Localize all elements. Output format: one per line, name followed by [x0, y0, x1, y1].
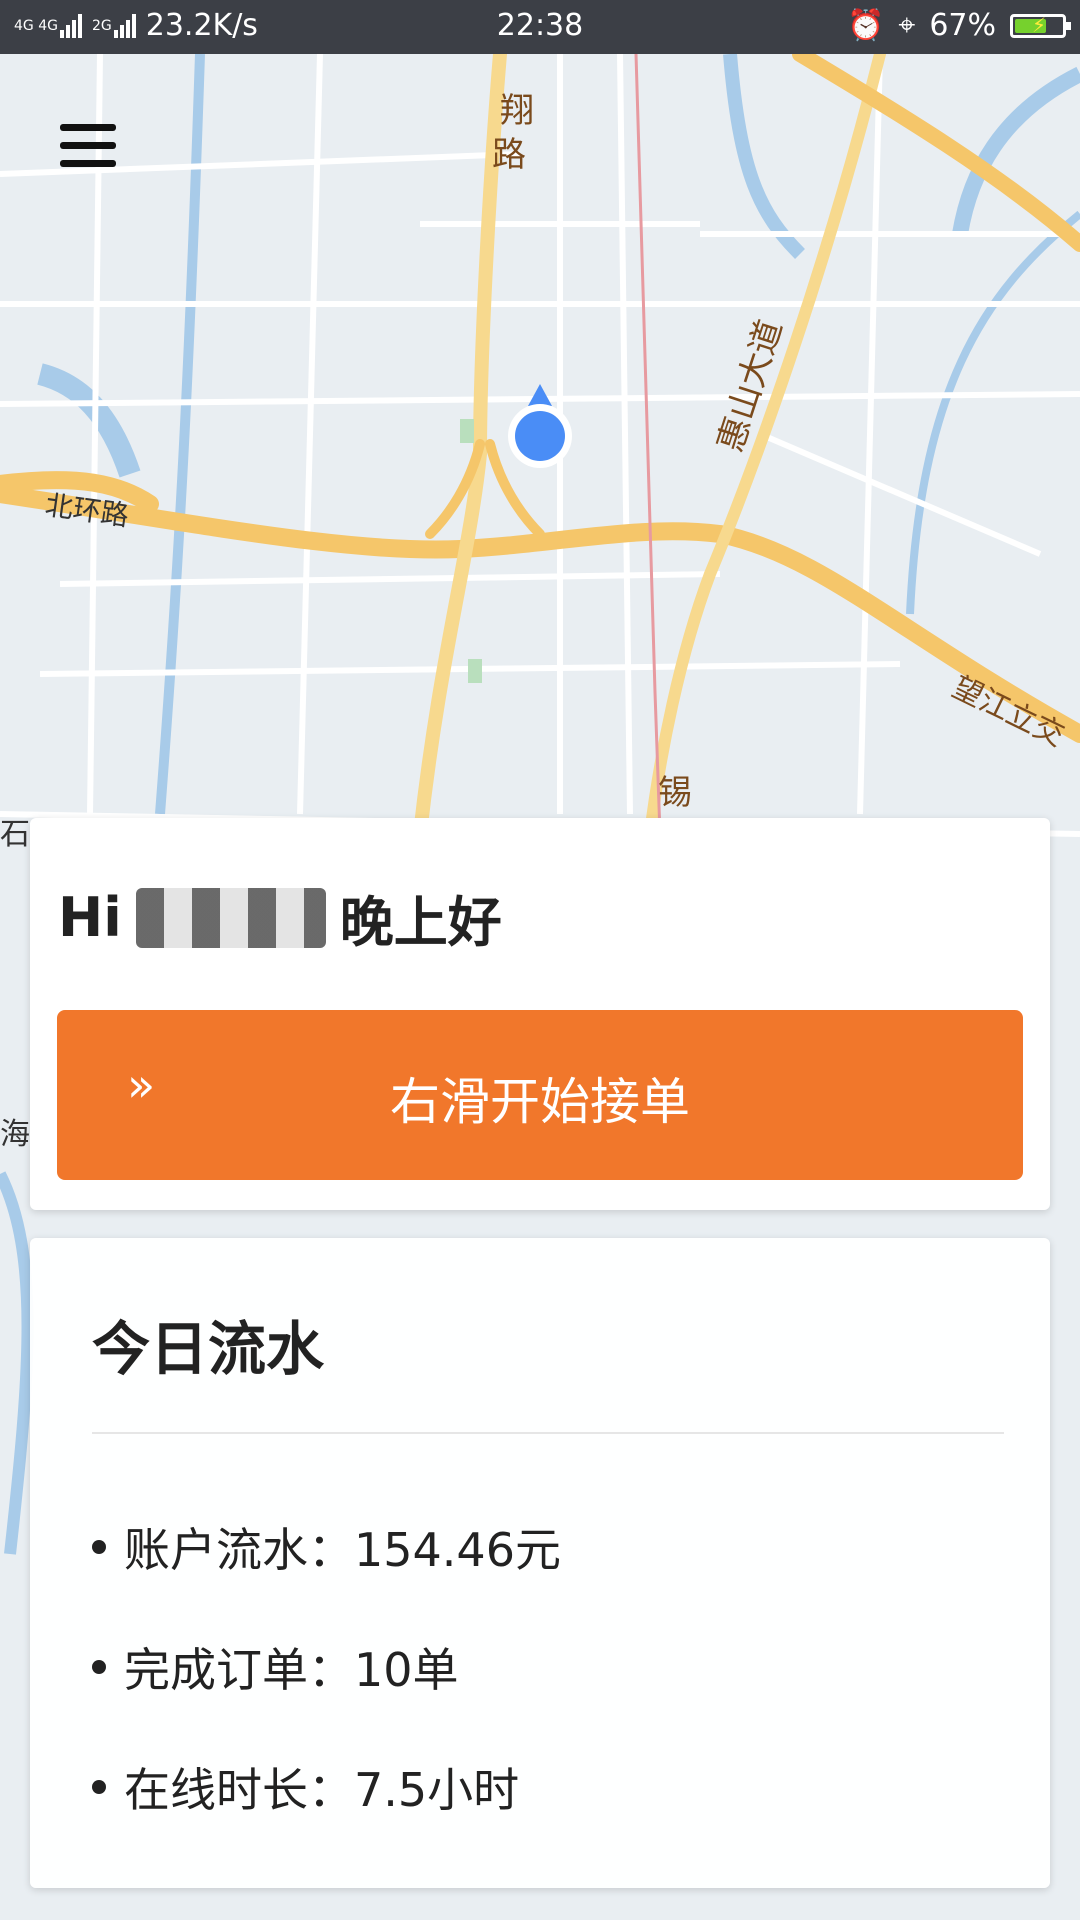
map-label-xi: 锡: [658, 773, 692, 813]
stat-label: 账户流水：: [124, 1523, 354, 1577]
slide-to-accept-button[interactable]: » 右滑开始接单: [57, 1010, 1023, 1180]
stat-value: 7.5小时: [354, 1763, 520, 1817]
battery-icon: ⚡: [1010, 13, 1071, 38]
map-label-xiang: 翔: [500, 91, 534, 131]
map-label-shi: 石: [0, 817, 30, 852]
stat-row-orders: 完成订单： 10单: [92, 1634, 459, 1700]
stats-divider: [92, 1432, 1004, 1434]
greeting-salutation: 晚上好: [339, 891, 502, 954]
location-marker-icon: [515, 411, 565, 461]
location-icon: ⌖: [898, 8, 916, 43]
slide-to-accept-label: 右滑开始接单: [390, 1073, 690, 1131]
stat-value: 154.46元: [354, 1523, 561, 1577]
map-label-lu: 路: [492, 135, 526, 175]
bullet-icon: [92, 1780, 106, 1794]
alarm-icon: ⏰: [847, 8, 885, 43]
stat-row-online-time: 在线时长： 7.5小时: [92, 1754, 519, 1820]
redacted-username: [135, 887, 326, 948]
stat-row-revenue: 账户流水： 154.46元: [92, 1514, 561, 1580]
bullet-icon: [92, 1660, 106, 1674]
status-icons: ⏰ ⌖ 67% ⚡: [847, 8, 1071, 43]
status-bar: 4G 4G 2G 23.2K/s 22:38 ⏰ ⌖ 67% ⚡: [0, 0, 1080, 54]
stat-label: 在线时长：: [124, 1763, 354, 1817]
hamburger-icon[interactable]: [60, 124, 116, 168]
greeting-hi: Hi: [58, 886, 122, 949]
stat-label: 完成订单：: [124, 1643, 354, 1697]
stat-value: 10单: [354, 1643, 459, 1697]
greeting-text: Hi 晚上好: [58, 878, 502, 957]
stats-title: 今日流水: [92, 1315, 325, 1383]
battery-percent: 67%: [929, 8, 996, 43]
bullet-icon: [92, 1540, 106, 1554]
